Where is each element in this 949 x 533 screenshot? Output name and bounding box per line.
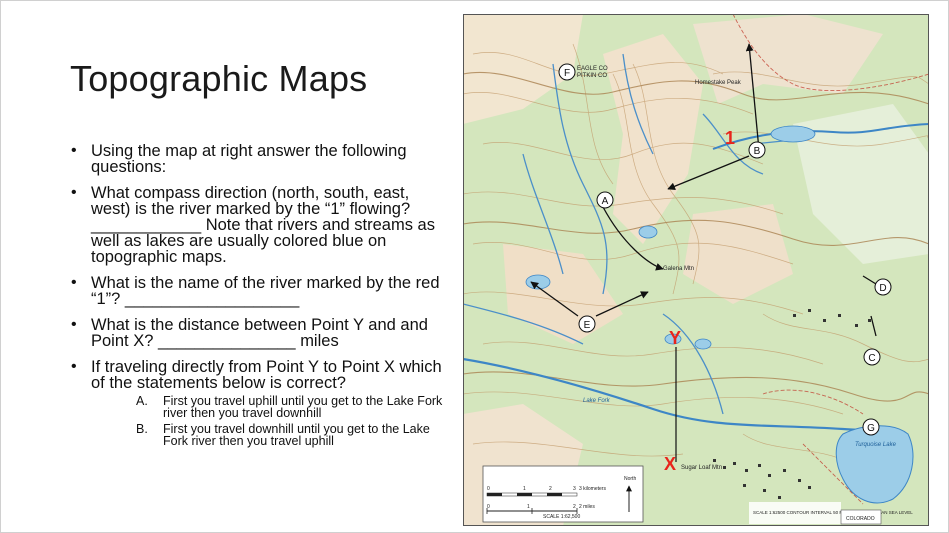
svg-text:D: D [879, 283, 886, 294]
marker-1: 1 [725, 128, 735, 148]
bullet-dot: • [71, 274, 77, 291]
label-galena-mtn: Galena Mtn [663, 266, 694, 272]
slide-body: • Using the map at right answer the follo… [64, 143, 449, 457]
scale-box: 0 1 2 3 3 kilometers 0 1 2 2 miles SCALE… [482, 465, 644, 523]
option-b: B. First you travel downhill until you ge… [136, 422, 430, 448]
label-turquoise-lake: Turquoise Lake [855, 442, 897, 448]
label-lake-fork: Lake Fork [583, 398, 611, 404]
scale-mi-tick: 0 [487, 504, 490, 510]
scale-km-tick: 1 [523, 486, 526, 492]
circle-label-d: D [874, 278, 892, 296]
scale-mi-tick: 1 [527, 504, 530, 510]
svg-text:G: G [867, 423, 875, 434]
lake [770, 125, 816, 143]
circle-label-b: B [748, 141, 766, 159]
bullet-intro: • Using the map at right answer the follo… [71, 142, 407, 176]
scale-mi-label: 2 miles [579, 504, 595, 510]
svg-text:B: B [754, 146, 761, 157]
circle-label-g: G [862, 418, 880, 436]
marker-x: X [664, 454, 676, 474]
bullet-distance: • What is the distance between Point Y an… [71, 316, 428, 350]
contour-text: SCALE 1:62500 CONTOUR INTERVAL 50 FEET D… [753, 510, 913, 515]
circle-label-a: A [596, 191, 614, 209]
marker-y: Y [669, 328, 681, 348]
scale-km-tick: 2 [549, 486, 552, 492]
slide-title: Topographic Maps [70, 58, 368, 99]
label-eagle-co: EAGLE CO [577, 66, 608, 72]
bullet-dot: • [71, 316, 77, 333]
scale-km-label: 3 kilometers [579, 486, 606, 492]
circle-label-e: E [578, 315, 596, 333]
bullet-dot: • [71, 142, 77, 159]
state-label: COLORADO [846, 516, 875, 522]
bullet-direction: • What compass direction (north, south, e… [71, 184, 435, 266]
lake [638, 225, 658, 239]
north-label: North [624, 476, 636, 482]
label-homestake-peak: Homestake Peak [695, 80, 742, 86]
topographic-map: F B A D E C G EAGLE CO PITKIN CO Homesta… [463, 14, 929, 526]
lake [694, 338, 712, 350]
svg-text:E: E [584, 320, 591, 331]
svg-text:F: F [564, 68, 570, 79]
bullet-travel: • If traveling directly from Point Y to P… [64, 358, 449, 448]
option-a: A. First you travel uphill until you get … [136, 394, 443, 420]
bullet-dot: • [71, 358, 77, 375]
scale-km-tick: 0 [487, 486, 490, 492]
svg-text:C: C [868, 353, 875, 364]
circle-label-c: C [863, 348, 881, 366]
scale-text: SCALE 1:62,500 [543, 514, 580, 520]
svg-text:A: A [602, 196, 609, 207]
scale-km-tick: 3 [573, 486, 576, 492]
label-sugar-loaf: Sugar Loaf Mtn [681, 465, 722, 471]
slide: Topographic Maps • Using the map at right… [0, 0, 949, 533]
label-pitkin-co: PITKIN CO [577, 73, 607, 79]
scale-mi-tick: 2 [573, 504, 576, 510]
circle-label-f: F [558, 63, 576, 81]
bullet-river-name: • What is the name of the river marked by… [71, 274, 440, 308]
bullet-dot: • [71, 184, 77, 201]
